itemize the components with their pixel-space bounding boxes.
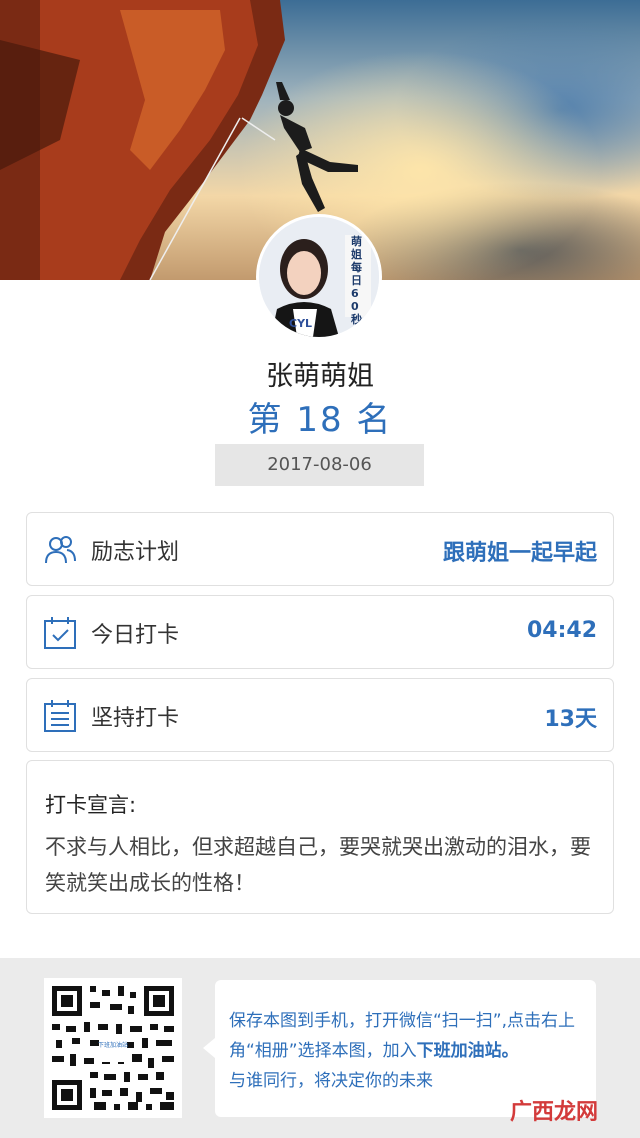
- rank-text: 第 18 名: [247, 400, 393, 440]
- calendar-check-icon: [44, 617, 76, 649]
- watermark: 广西龙网: [510, 1100, 599, 1125]
- checkin-date: 2017-08-06: [215, 444, 424, 486]
- qr-code: 下班加油站: [44, 978, 182, 1118]
- declaration-title: 打卡宣言:: [45, 793, 137, 817]
- qr-caption: 下班加油站: [98, 1042, 129, 1049]
- declaration-card: 打卡宣言: 不求与人相比，但求超越自己，要哭就哭出激动的泪水，要笑就笑出成长的性…: [26, 760, 614, 914]
- user-name: 张萌萌姐: [266, 361, 374, 392]
- card-streak: 坚持打卡 13天: [26, 678, 614, 752]
- card-today-value: 04:42: [526, 618, 597, 643]
- card-streak-label: 坚持打卡: [91, 706, 180, 731]
- instruction-part1: 保存本图到手机，打开微信“扫一扫”,点击右上角“相册”选择本图，加入: [229, 1011, 576, 1061]
- card-plan-value: 跟萌姐一起早起: [442, 541, 597, 566]
- avatar-badge-text: CYL: [289, 317, 313, 330]
- instruction-highlight: 下班加油站。: [416, 1041, 519, 1061]
- card-plan: 励志计划 跟萌姐一起早起: [26, 512, 614, 586]
- card-streak-value: 13天: [544, 707, 597, 732]
- declaration-body: 不求与人相比，但求超越自己，要哭就哭出激动的泪水，要笑就笑出成长的性格！: [45, 835, 591, 895]
- calendar-list-icon: [44, 700, 76, 732]
- card-today: 今日打卡 04:42: [26, 595, 614, 669]
- avatar: CYL 萌姐每日60秒: [256, 214, 382, 340]
- instruction-text: 保存本图到手机，打开微信“扫一扫”,点击右上角“相册”选择本图，加入下班加油站。…: [229, 1006, 585, 1096]
- instruction-part2: 与谁同行，将决定你的未来: [229, 1071, 433, 1091]
- card-today-label: 今日打卡: [91, 623, 180, 648]
- card-plan-label: 励志计划: [91, 540, 180, 565]
- people-icon: [45, 536, 76, 564]
- avatar-caption: 萌姐每日60秒: [351, 235, 362, 326]
